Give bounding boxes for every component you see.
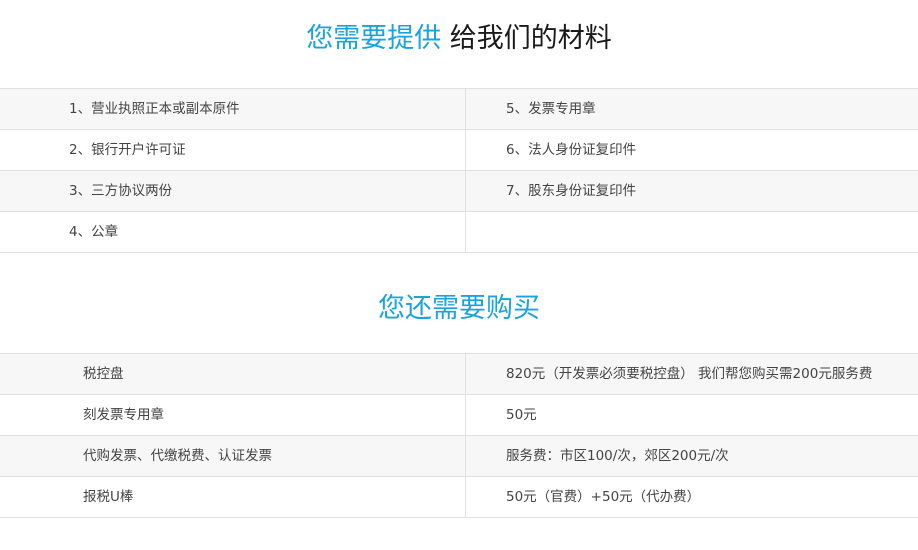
purchase-price: 50元（官费）+50元（代办费）: [506, 489, 701, 505]
material-item: 5、发票专用章: [506, 101, 596, 117]
purchase-item: 税控盘: [0, 354, 466, 394]
purchase-price: 820元（开发票必须要税控盘） 我们帮您购买需200元服务费: [506, 366, 873, 382]
material-item: 4、公章: [0, 212, 466, 252]
material-item: 2、银行开户许可证: [0, 130, 466, 170]
table-row: 2、银行开户许可证 6、法人身份证复印件: [0, 130, 918, 171]
table-row: 刻发票专用章 50元: [0, 395, 918, 436]
material-item: 6、法人身份证复印件: [506, 142, 637, 158]
material-item-empty: [466, 212, 918, 252]
purchase-heading-text: 您还需要购买: [378, 293, 540, 324]
materials-table: 1、营业执照正本或副本原件 5、发票专用章 2、银行开户许可证 6、法人身份证复…: [0, 88, 918, 253]
material-item: 7、股东身份证复印件: [506, 183, 637, 199]
purchase-price: 服务费：市区100/次，郊区200元/次: [506, 448, 729, 464]
purchase-item: 报税U棒: [0, 477, 466, 517]
table-row: 4、公章: [0, 212, 918, 253]
table-row: 报税U棒 50元（官费）+50元（代办费）: [0, 477, 918, 518]
table-row: 1、营业执照正本或副本原件 5、发票专用章: [0, 89, 918, 130]
purchase-price: 50元: [506, 407, 537, 423]
purchase-item: 刻发票专用章: [0, 395, 466, 435]
purchase-heading: 您还需要购买: [0, 291, 918, 327]
table-row: 3、三方协议两份 7、股东身份证复印件: [0, 171, 918, 212]
material-item: 1、营业执照正本或副本原件: [0, 89, 466, 129]
purchase-item: 代购发票、代缴税费、认证发票: [0, 436, 466, 476]
material-item: 3、三方协议两份: [0, 171, 466, 211]
materials-heading: 您需要提供 给我们的材料: [0, 21, 918, 57]
materials-heading-rest: 给我们的材料: [449, 23, 612, 54]
purchase-table: 税控盘 820元（开发票必须要税控盘） 我们帮您购买需200元服务费 刻发票专用…: [0, 353, 918, 518]
table-row: 代购发票、代缴税费、认证发票 服务费：市区100/次，郊区200元/次: [0, 436, 918, 477]
table-row: 税控盘 820元（开发票必须要税控盘） 我们帮您购买需200元服务费: [0, 354, 918, 395]
materials-heading-highlight: 您需要提供: [306, 23, 442, 54]
